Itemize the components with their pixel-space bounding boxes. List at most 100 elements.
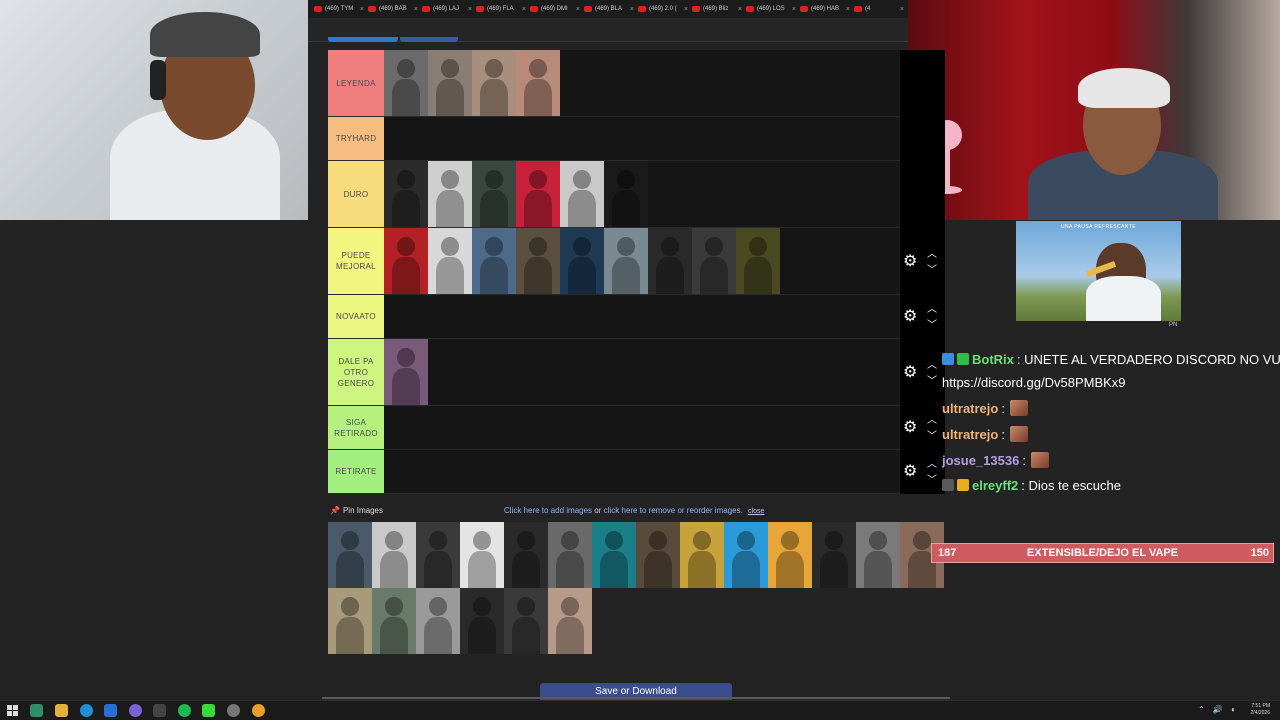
browser-tab[interactable]: (469) 2.0 (×: [638, 2, 692, 16]
browser-tab[interactable]: (469) DMI ×: [530, 2, 584, 16]
tier-image[interactable]: [472, 228, 516, 294]
tier-image[interactable]: [472, 50, 516, 116]
pool-image[interactable]: [680, 522, 724, 588]
tier-image[interactable]: [384, 50, 428, 116]
tier-image[interactable]: [428, 228, 472, 294]
tier-label[interactable]: DALE PA OTRO GENERO: [328, 339, 384, 405]
chat-username[interactable]: josue_13536: [942, 453, 1019, 468]
pool-image[interactable]: [812, 522, 856, 588]
pool-image[interactable]: [548, 522, 592, 588]
chevron-down-icon[interactable]: ﹀: [927, 476, 937, 486]
close-icon[interactable]: ×: [900, 6, 908, 13]
pool-image[interactable]: [636, 522, 680, 588]
tier-label[interactable]: RETIRATE: [328, 450, 384, 493]
browser-tab[interactable]: (469) LOS ×: [746, 2, 800, 16]
pool-image[interactable]: [372, 588, 416, 654]
chrome-canary-icon[interactable]: [252, 704, 265, 717]
browser-tab[interactable]: (4 ×: [854, 2, 908, 16]
tier-image[interactable]: [516, 161, 560, 227]
pool-image[interactable]: [724, 522, 768, 588]
tier-label[interactable]: TRYHARD: [328, 117, 384, 160]
tier-image[interactable]: [560, 161, 604, 227]
chat-username[interactable]: ultratrejo: [942, 401, 998, 416]
tier-label[interactable]: LEYENDA: [328, 50, 384, 116]
tier-label[interactable]: PUEDE MEJORAL: [328, 228, 384, 294]
chat-username[interactable]: BotRix: [972, 352, 1014, 367]
close-icon[interactable]: ×: [846, 6, 854, 13]
pool-image[interactable]: [328, 522, 372, 588]
pool-image[interactable]: [416, 522, 460, 588]
close-icon[interactable]: ×: [360, 6, 368, 13]
gear-icon[interactable]: ⚙: [903, 364, 919, 381]
browser-tab[interactable]: (469) TYM ×: [314, 2, 368, 16]
tier-image[interactable]: [516, 50, 560, 116]
tier-button-primary[interactable]: [328, 18, 398, 42]
tier-image[interactable]: [428, 50, 472, 116]
browser-tab[interactable]: (469) Bliz ×: [692, 2, 746, 16]
remove-images-link[interactable]: click here to remove or reorder images.: [604, 506, 743, 515]
tier-image[interactable]: [428, 161, 472, 227]
tier-image[interactable]: [736, 228, 780, 294]
kick-icon[interactable]: [202, 704, 215, 717]
pool-image[interactable]: [548, 588, 592, 654]
gear-icon[interactable]: ⚙: [903, 309, 919, 325]
chevron-up-icon[interactable]: ︿: [927, 460, 937, 470]
pool-image[interactable]: [460, 522, 504, 588]
close-icon[interactable]: ×: [738, 6, 746, 13]
close-icon[interactable]: ×: [792, 6, 800, 13]
horizontal-scrollbar[interactable]: [322, 697, 950, 699]
pool-image[interactable]: [372, 522, 416, 588]
gear-icon[interactable]: ⚙: [903, 253, 919, 270]
chevron-up-icon[interactable]: ︿: [927, 360, 937, 371]
add-images-link[interactable]: Click here to add images: [504, 506, 592, 515]
browser-tab[interactable]: (469) HAB ×: [800, 2, 854, 16]
chevron-up-icon[interactable]: ︿: [927, 416, 937, 426]
gear-icon[interactable]: ⚙: [903, 420, 919, 436]
tier-image[interactable]: [384, 339, 428, 405]
system-tray[interactable]: ⌃ 🔊 ◐: [1198, 705, 1239, 714]
tier-image[interactable]: [384, 161, 428, 227]
tier-label[interactable]: SIGA RETIRADO: [328, 406, 384, 449]
browser-tab[interactable]: (469) LAJ ×: [422, 2, 476, 16]
chat-username[interactable]: ultratrejo: [942, 427, 998, 442]
tier-image[interactable]: [692, 228, 736, 294]
close-link[interactable]: close: [748, 508, 764, 515]
close-icon[interactable]: ×: [414, 6, 422, 13]
pool-image[interactable]: [328, 588, 372, 654]
browser-tab[interactable]: (469) BAB ×: [368, 2, 422, 16]
ad-banner[interactable]: UNA PAUSA REFRESCANTE: [1016, 221, 1181, 321]
tier-image[interactable]: [516, 228, 560, 294]
folder-icon[interactable]: [55, 704, 68, 717]
pool-image[interactable]: [504, 588, 548, 654]
tool-icon[interactable]: [153, 704, 166, 717]
chevron-down-icon[interactable]: ﹀: [927, 432, 937, 442]
chevron-down-icon[interactable]: ﹀: [927, 321, 937, 331]
terminal-icon[interactable]: [30, 704, 43, 717]
tier-label[interactable]: NOVAATO: [328, 295, 384, 338]
tier-label[interactable]: DURO: [328, 161, 384, 227]
browser-icon[interactable]: [80, 704, 93, 717]
pin-images-toggle[interactable]: 📌 Pin Images: [330, 506, 383, 515]
close-icon[interactable]: ×: [684, 6, 692, 13]
close-icon[interactable]: ×: [630, 6, 638, 13]
obs-icon[interactable]: [227, 704, 240, 717]
close-icon[interactable]: ×: [522, 6, 530, 13]
close-icon[interactable]: ×: [576, 6, 584, 13]
pool-image[interactable]: [768, 522, 812, 588]
discord-icon[interactable]: [129, 704, 142, 717]
chat-username[interactable]: elreyff2: [972, 478, 1018, 493]
pool-image[interactable]: [592, 522, 636, 588]
tier-image[interactable]: [604, 228, 648, 294]
gear-icon[interactable]: ⚙: [903, 464, 919, 480]
tier-image[interactable]: [648, 228, 692, 294]
windows-start-icon[interactable]: [6, 704, 19, 717]
chevron-up-icon[interactable]: ︿: [927, 305, 937, 315]
browser-tab[interactable]: (469) BLA ×: [584, 2, 638, 16]
chevron-up-icon[interactable]: ︿: [927, 249, 937, 260]
pool-image[interactable]: [416, 588, 460, 654]
chevron-down-icon[interactable]: ﹀: [927, 265, 937, 276]
pool-image[interactable]: [460, 588, 504, 654]
pool-image[interactable]: [856, 522, 900, 588]
tier-image[interactable]: [472, 161, 516, 227]
tier-image[interactable]: [604, 161, 648, 227]
